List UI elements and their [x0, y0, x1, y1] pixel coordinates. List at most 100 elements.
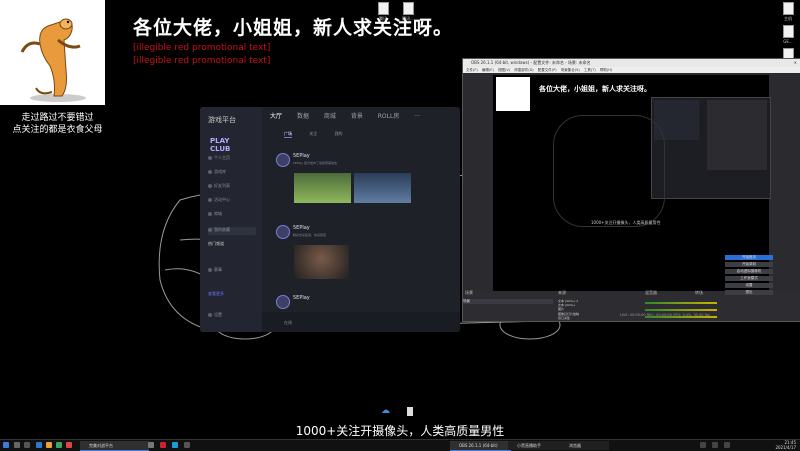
search-icon[interactable]	[14, 442, 20, 448]
avatar[interactable]	[276, 153, 290, 167]
caption-line-2: 点关注的都是衣食父母	[12, 125, 103, 135]
sidebar-item-label: 好友列表	[214, 183, 230, 188]
preview-car-outline	[553, 115, 665, 227]
tray-icon[interactable]	[700, 442, 706, 448]
sidebar-item-label: 个人主页	[214, 155, 230, 160]
task-view-icon[interactable]	[24, 442, 30, 448]
feed-post[interactable]: 5EPlay 5EPlay 官方发布了最新赛事动态	[276, 153, 456, 209]
sidebar-item-3[interactable]: 好友列表	[208, 183, 256, 191]
volume-icon[interactable]	[724, 442, 730, 448]
sub-tab-follow[interactable]: 关注	[309, 131, 317, 137]
pinned-app-icon[interactable]	[172, 442, 178, 448]
post-author[interactable]: 5EPlay	[293, 295, 310, 301]
sub-tab-mine[interactable]: 我的	[335, 131, 343, 137]
post-text: 5EPlay 官方发布了最新赛事动态	[293, 161, 338, 165]
desktop-icon-2[interactable]: 腾讯...	[398, 2, 418, 22]
nav-tab-lobby[interactable]: 大厅	[270, 111, 282, 120]
menu-edit[interactable]: 编辑(E)	[479, 68, 494, 72]
meerkat-illustration	[20, 18, 86, 102]
pinned-app-icon[interactable]	[46, 442, 52, 448]
sidebar-item-5[interactable]: 商城	[208, 211, 256, 219]
play-club-button[interactable]: PLAY CLUB	[210, 137, 252, 153]
menu-tools[interactable]: 工具(T)	[581, 68, 596, 72]
caption-line-1: 走过路过不要错过	[21, 113, 94, 123]
nav-tab-data[interactable]: 数据	[297, 111, 309, 120]
pinned-app-icon[interactable]	[36, 442, 42, 448]
menu-file[interactable]: 文件(F)	[463, 68, 478, 72]
settings-button[interactable]: 设置	[725, 283, 773, 288]
sidebar-icon	[208, 228, 212, 232]
game-platform-window[interactable]: 游戏平台 PLAY CLUB 个人主页 游戏库 好友列表 活动中心 商城 我的收…	[200, 107, 460, 332]
post-image[interactable]	[354, 173, 411, 203]
post-image[interactable]	[294, 245, 349, 279]
sidebar-icon	[208, 268, 212, 272]
sidebar-item-label: 设置	[214, 312, 222, 317]
obs-menu-bar: 文件(F) 编辑(E) 视图(V) 停靠部件(D) 配置文件(P) 场景集合(S…	[463, 67, 800, 73]
obs-window[interactable]: OBS 26.1.1 (64-bit, windows) - 配置文件: 未命名…	[462, 58, 800, 322]
nav-tab-background[interactable]: 背景	[351, 111, 363, 120]
taskbar-clock[interactable]: 21:45 2021/4/17	[775, 440, 796, 450]
sidebar-item-4[interactable]: 活动中心	[208, 197, 256, 205]
platform-logo[interactable]: 游戏平台	[208, 115, 256, 125]
sub-tab-square[interactable]: 广场	[284, 131, 292, 138]
sidebar-item-8[interactable]: 设置	[208, 312, 256, 320]
dock-scenes-title: 场景	[465, 290, 473, 295]
post-image[interactable]	[294, 173, 351, 203]
banner-promo-line-2: [illegible red promotional text]	[133, 56, 271, 66]
sidebar-item-2[interactable]: 游戏库	[208, 169, 256, 177]
nested-obs-thumbnail	[707, 100, 767, 170]
menu-scene-collection[interactable]: 场景集合(S)	[558, 68, 580, 72]
taskbar-app-browser[interactable]: 浏览器	[560, 441, 609, 450]
blue-app-icon[interactable]	[380, 405, 392, 417]
menu-view[interactable]: 视图(V)	[495, 68, 510, 72]
start-recording-button[interactable]: 开始录制	[725, 262, 773, 267]
start-streaming-button[interactable]: 开始推流	[725, 255, 773, 260]
post-author[interactable]: 5EPlay	[293, 225, 310, 231]
volume-meter	[645, 309, 717, 311]
pinned-app-icon[interactable]	[148, 442, 154, 448]
menu-profile[interactable]: 配置文件(P)	[535, 68, 557, 72]
settings-icon	[208, 313, 212, 317]
desktop-icon-label: 主机	[784, 16, 792, 21]
preview-nested-screen	[651, 97, 771, 199]
taskbar-app-stream-helper[interactable]: 小黑直播助手	[508, 441, 562, 450]
pinned-app-icon[interactable]	[66, 442, 72, 448]
feed-post[interactable]: 5EPlay	[276, 295, 456, 311]
scene-list-item[interactable]: 场景	[463, 299, 553, 304]
sidebar-item-7[interactable]: 赛事	[208, 267, 256, 275]
feed-post[interactable]: 5EPlay 精彩击杀集锦，快来围观	[276, 225, 456, 281]
pinned-app-icon[interactable]	[56, 442, 62, 448]
desktop-icon-label: 腾讯...	[402, 16, 414, 21]
pinned-app-icon[interactable]	[184, 442, 190, 448]
preview-title: 各位大佬，小姐姐，新人求关注呀。	[539, 85, 651, 93]
post-author[interactable]: 5EPlay	[293, 153, 310, 159]
nav-tab-shop[interactable]: 商城	[324, 111, 336, 120]
status-text: 在线	[284, 320, 292, 325]
view-more-button[interactable]: 查看更多	[208, 291, 256, 299]
sub-nav: 广场 关注 我的	[284, 131, 359, 138]
section-label: 热门频道	[208, 241, 224, 246]
menu-help[interactable]: 帮助(H)	[597, 68, 612, 72]
menu-docks[interactable]: 停靠部件(D)	[511, 68, 533, 72]
pinned-app-icon[interactable]	[160, 442, 166, 448]
overlay-subtitle: 1000+关注开摄像头，人类高质量男性	[295, 424, 505, 438]
recycle-bin-icon[interactable]	[404, 405, 416, 417]
nav-more-button[interactable]: ···	[414, 113, 420, 120]
clock-date: 2021/4/17	[775, 444, 796, 450]
desktop-icon-1[interactable]: 腾讯	[373, 2, 393, 22]
exit-button[interactable]: 退出	[725, 290, 773, 295]
windows-start-icon[interactable]	[3, 442, 9, 448]
desktop-icon-4[interactable]: GE...	[778, 25, 798, 44]
close-icon[interactable]: ✕	[794, 59, 797, 67]
virtual-camera-button[interactable]: 启动虚拟摄像机	[725, 269, 773, 274]
studio-mode-button[interactable]: 工作室模式	[725, 276, 773, 281]
desktop-icon-3[interactable]: 主机	[778, 2, 798, 22]
avatar[interactable]	[276, 225, 290, 239]
avatar[interactable]	[276, 295, 290, 309]
sidebar-item-6[interactable]: 我的收藏	[208, 227, 256, 235]
nav-tab-roll[interactable]: ROLL房	[378, 111, 400, 120]
obs-status-bar: LIVE: 00:00:00 REC: 00:00:00 CPU: 3.4%, …	[620, 313, 710, 317]
sidebar-item-1[interactable]: 个人主页	[208, 155, 256, 163]
desktop-icon-label: 腾讯	[379, 16, 387, 21]
network-icon[interactable]	[712, 442, 718, 448]
